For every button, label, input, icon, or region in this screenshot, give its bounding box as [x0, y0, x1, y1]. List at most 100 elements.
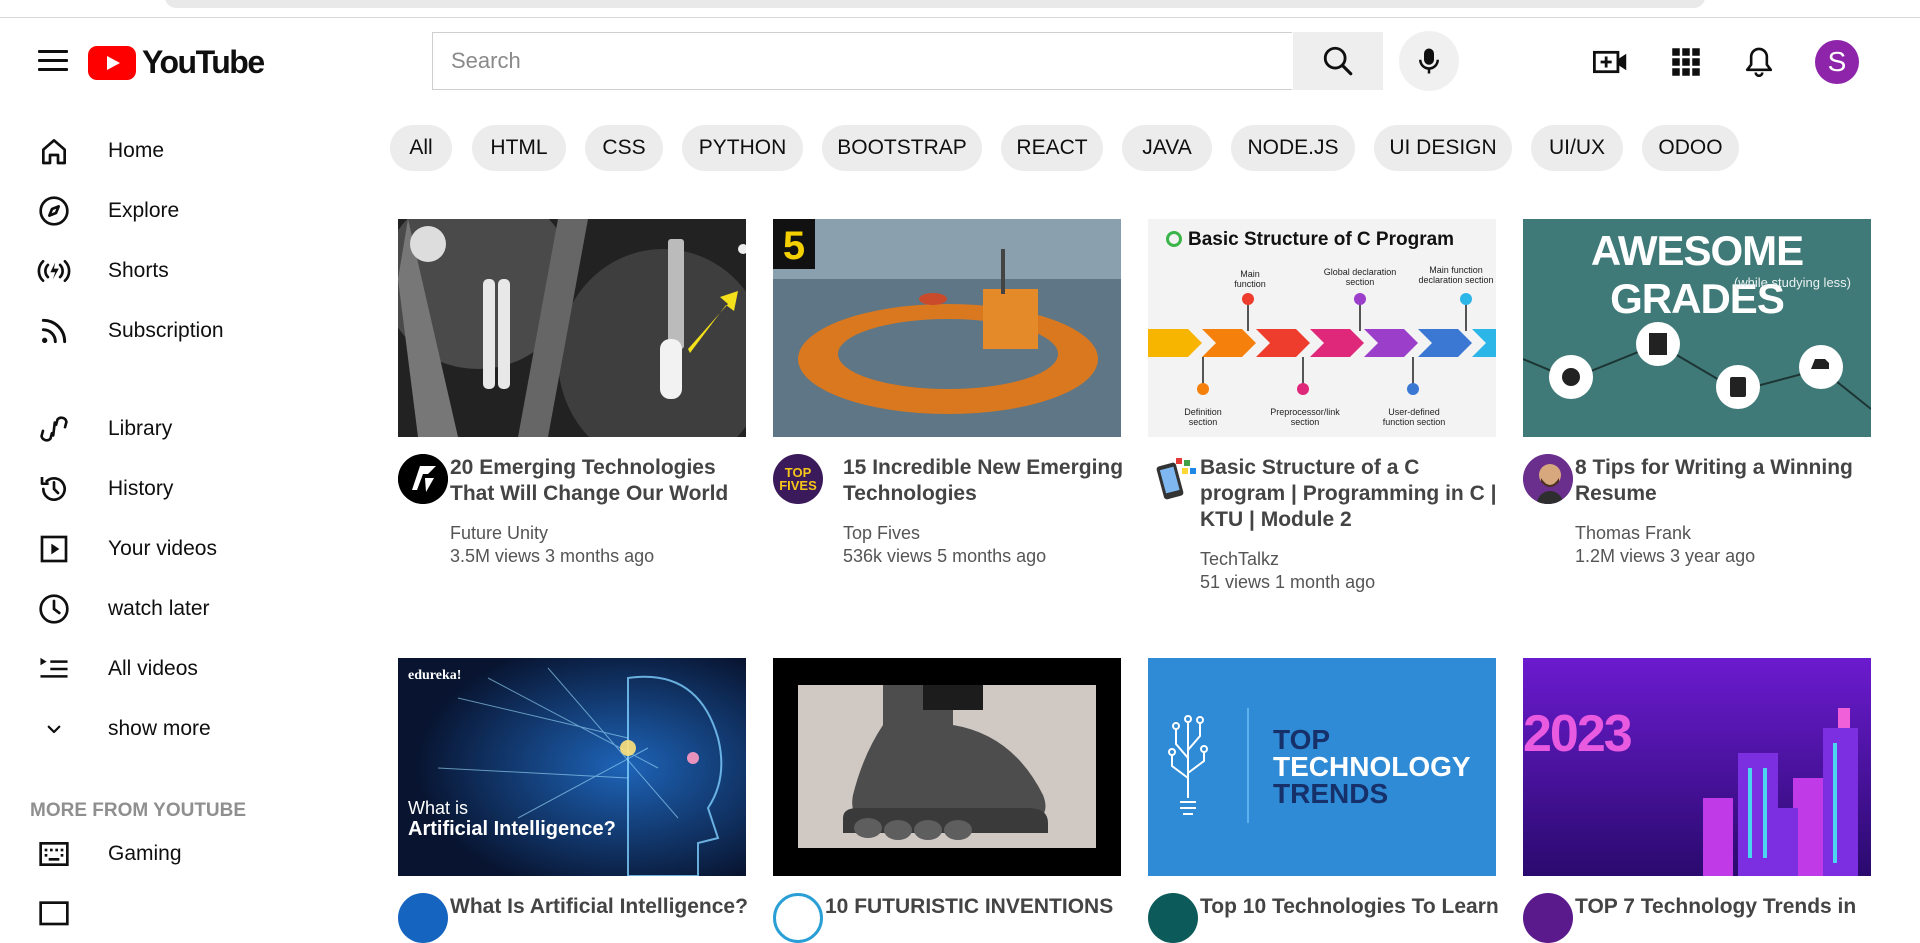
partial-icon [36, 894, 72, 930]
thumb-line-1: What is [408, 798, 469, 818]
logo-text: YouTube [142, 44, 265, 80]
sidebar-item-label: All videos [108, 657, 198, 680]
chip-python[interactable]: PYTHON [682, 125, 803, 171]
thumb-brand: edureka! [408, 668, 462, 683]
channel-avatar[interactable] [1148, 454, 1198, 504]
chevron-down-icon [36, 711, 72, 747]
gaming-icon [36, 836, 72, 872]
channel-avatar[interactable] [1523, 893, 1573, 943]
browser-address-pill [165, 0, 1705, 8]
sidebar-item-gaming[interactable]: Gaming [36, 834, 182, 874]
menu-icon[interactable] [38, 50, 68, 76]
sidebar-item-watch-later[interactable]: watch later [36, 589, 210, 629]
channel-name[interactable]: Future Unity [450, 523, 548, 544]
chip-html[interactable]: HTML [472, 125, 566, 171]
channel-name[interactable]: Top Fives [843, 523, 920, 544]
video-thumbnail[interactable]: TOP TECHNOLOGY TRENDS [1148, 658, 1496, 876]
upload-age: 1 month ago [1275, 572, 1376, 592]
user-avatar[interactable]: S [1815, 40, 1859, 84]
video-thumbnail[interactable]: AWESOME GRADES (while studying less) [1523, 219, 1871, 437]
compass-icon [36, 193, 72, 229]
thumb-line-3: TRENDS [1273, 778, 1389, 809]
video-title[interactable]: 8 Tips for Writing a Winning Resume [1575, 455, 1875, 507]
video-title[interactable]: 10 FUTURISTIC INVENTIONS [825, 894, 1145, 920]
channel-avatar[interactable] [1523, 454, 1573, 504]
library-icon [36, 411, 72, 447]
channel-avatar[interactable] [398, 893, 448, 943]
video-title[interactable]: Top 10 Technologies To Learn [1200, 894, 1520, 920]
sidebar-item-subscription[interactable]: Subscription [36, 311, 224, 351]
sidebar-item-show-more[interactable]: show more [36, 709, 211, 749]
play-square-icon [36, 531, 72, 567]
thumb-line-2: Artificial Intelligence? [408, 818, 616, 840]
thumb-line-2: TECHNOLOGY [1273, 751, 1471, 782]
chip-ui-ux[interactable]: UI/UX [1531, 125, 1623, 171]
video-thumbnail[interactable]: 5 [773, 219, 1121, 437]
search-input[interactable] [433, 33, 1292, 89]
youtube-logo[interactable]: YouTube [88, 44, 265, 81]
sidebar-item-label: Shorts [108, 259, 169, 282]
channel-name[interactable]: Thomas Frank [1575, 523, 1691, 544]
upload-age: 3 months ago [545, 546, 655, 566]
video-title[interactable]: 20 Emerging Technologies That Will Chang… [450, 455, 750, 507]
study-icons-graphic [1523, 322, 1871, 410]
bell-icon[interactable] [1741, 44, 1777, 80]
chip-all[interactable]: All [390, 125, 452, 171]
thumb-year: 2023 [1523, 705, 1633, 763]
sidebar-item-shorts[interactable]: Shorts [36, 251, 169, 291]
video-title[interactable]: TOP 7 Technology Trends in [1575, 894, 1895, 920]
thumb-badge: 5 [783, 224, 805, 268]
channel-name[interactable]: TechTalkz [1200, 549, 1279, 570]
chip-java[interactable]: JAVA [1122, 125, 1212, 171]
views-count: 51 views [1200, 572, 1271, 592]
sidebar-item-explore[interactable]: Explore [36, 191, 179, 231]
search-button[interactable] [1293, 32, 1383, 90]
channel-avatar[interactable] [1148, 893, 1198, 943]
sidebar-item-history[interactable]: History [36, 469, 173, 509]
browser-top-strip [0, 0, 1920, 18]
c-structure-diagram [1148, 293, 1496, 395]
sidebar-item-all-videos[interactable]: All videos [36, 649, 198, 689]
search-icon [1323, 46, 1353, 76]
apps-icon[interactable] [1668, 44, 1704, 80]
video-thumbnail[interactable]: edureka! What is Artificial Intelligence… [398, 658, 746, 876]
video-title[interactable]: 15 Incredible New Emerging Technologies [843, 455, 1143, 507]
create-video-icon[interactable] [1593, 44, 1629, 80]
sidebar-item-your-videos[interactable]: Your videos [36, 529, 217, 569]
video-thumbnail[interactable]: 2023 [1523, 658, 1871, 876]
ai-head-graphic [398, 658, 746, 876]
sidebar-item-label: Gaming [108, 842, 182, 865]
chip-nodejs[interactable]: NODE.JS [1231, 125, 1355, 171]
rss-icon [36, 313, 72, 349]
sidebar-item-label: show more [108, 717, 211, 740]
city-2023-graphic [1523, 658, 1871, 876]
video-title[interactable]: What Is Artificial Intelligence? [450, 894, 770, 920]
sidebar-section-title: MORE FROM YOUTUBE [30, 800, 247, 821]
video-title[interactable]: Basic Structure of a C program | Program… [1200, 455, 1500, 533]
chip-css[interactable]: CSS [585, 125, 663, 171]
sidebar-item-partial[interactable] [36, 892, 72, 932]
video-thumbnail[interactable] [773, 658, 1121, 876]
chip-react[interactable]: REACT [1001, 125, 1103, 171]
sidebar-item-home[interactable]: Home [36, 131, 164, 171]
voice-search-button[interactable] [1399, 31, 1459, 91]
video-meta: 536k views 5 months ago [843, 546, 1046, 567]
history-icon [36, 471, 72, 507]
xray-image [398, 219, 746, 437]
sidebar-item-label: History [108, 477, 174, 500]
channel-avatar[interactable] [398, 454, 448, 504]
sidebar-item-label: Home [108, 139, 165, 162]
chip-bootstrap[interactable]: BOOTSTRAP [822, 125, 982, 171]
search-box[interactable] [432, 32, 1292, 90]
channel-avatar[interactable] [773, 893, 823, 943]
upload-age: 3 year ago [1670, 546, 1756, 566]
channel-avatar[interactable]: TOP FIVES [773, 454, 823, 504]
chip-odoo[interactable]: ODOO [1642, 125, 1739, 171]
video-thumbnail[interactable] [398, 219, 746, 437]
sidebar-item-library[interactable]: Library [36, 409, 172, 449]
playlist-icon [36, 651, 72, 687]
thomas-frank-avatar [1523, 454, 1573, 504]
chip-ui-design[interactable]: UI DESIGN [1374, 125, 1512, 171]
shoe-image [773, 658, 1121, 876]
video-thumbnail[interactable]: Basic Structure of C Program Main functi… [1148, 219, 1496, 437]
